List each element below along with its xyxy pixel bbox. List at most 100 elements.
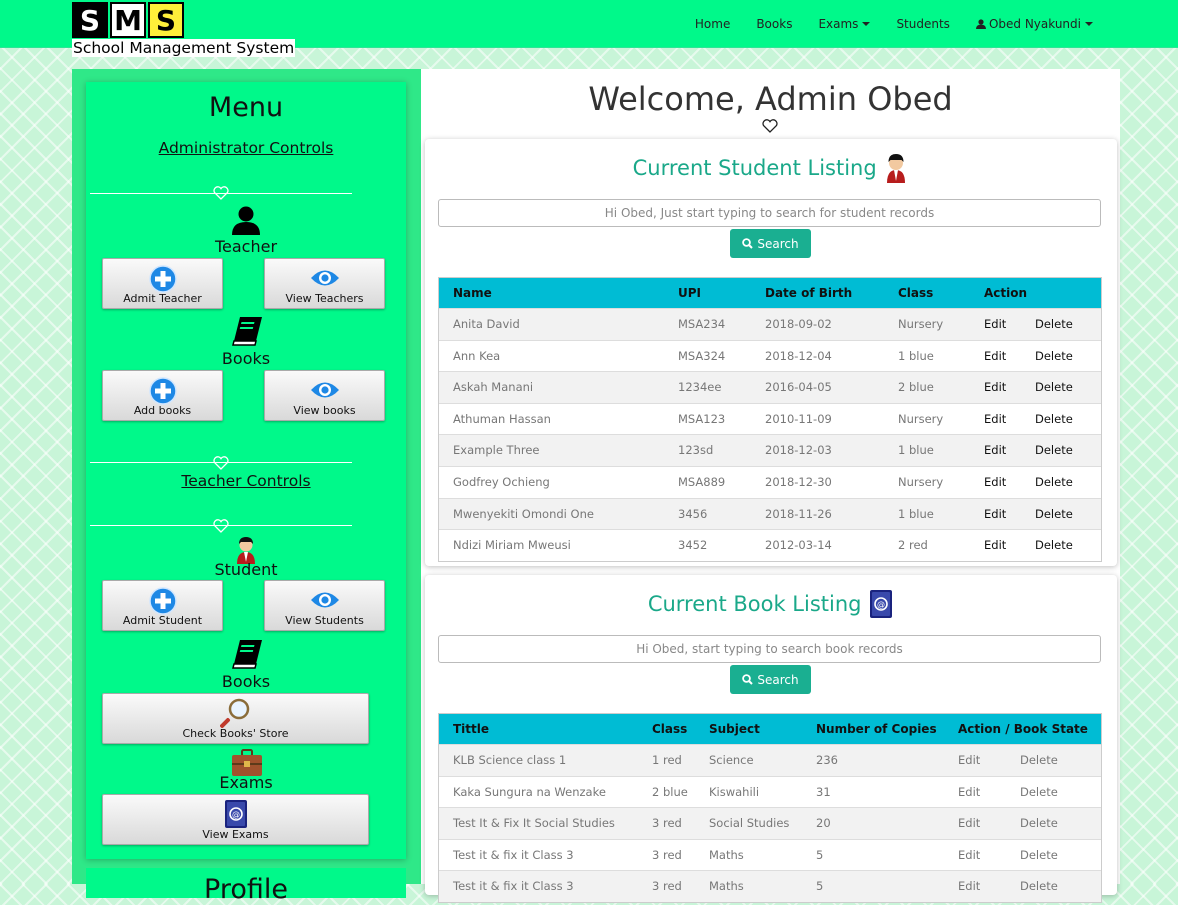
col-upi: UPI bbox=[678, 286, 702, 300]
col-class: Class bbox=[652, 722, 688, 736]
delete-link[interactable]: Delete bbox=[1035, 309, 1073, 339]
chevron-down-icon bbox=[862, 22, 871, 26]
edit-link[interactable]: Edit bbox=[984, 404, 1006, 434]
student-dob: 2018-12-30 bbox=[765, 474, 832, 489]
sidebar-menu: Menu Administrator Controls Teacher Admi… bbox=[86, 82, 406, 859]
nav-user-menu[interactable]: Obed Nyakundi bbox=[975, 17, 1093, 31]
delete-link[interactable]: Delete bbox=[1020, 871, 1058, 901]
delete-link[interactable]: Delete bbox=[1020, 777, 1058, 807]
student-search-button[interactable]: Search bbox=[730, 229, 811, 258]
book-copies: 20 bbox=[816, 816, 831, 831]
delete-link[interactable]: Delete bbox=[1020, 745, 1058, 775]
nav-exams[interactable]: Exams bbox=[818, 17, 871, 31]
student-name: Askah Manani bbox=[453, 380, 534, 395]
edit-link[interactable]: Edit bbox=[984, 530, 1006, 560]
student-class: 1 blue bbox=[898, 443, 934, 458]
book-class: 1 red bbox=[652, 753, 682, 767]
chevron-down-icon bbox=[1085, 22, 1093, 26]
logo-letter-s: S bbox=[72, 2, 108, 38]
student-dob: 2010-11-09 bbox=[765, 411, 832, 426]
student-dob: 2018-09-02 bbox=[765, 317, 832, 331]
delete-link[interactable]: Delete bbox=[1020, 840, 1058, 870]
admit-teacher-button[interactable]: Admit Teacher bbox=[102, 258, 223, 309]
edit-link[interactable]: Edit bbox=[984, 467, 1006, 497]
edit-link[interactable]: Edit bbox=[984, 372, 1006, 402]
edit-link[interactable]: Edit bbox=[958, 840, 980, 870]
delete-link[interactable]: Delete bbox=[1035, 467, 1073, 497]
student-search-label: Search bbox=[757, 236, 799, 251]
table-row: Athuman Hassan MSA123 2010-11-09 Nursery Edi… bbox=[439, 402, 1101, 435]
add-books-label: Add books bbox=[133, 404, 192, 417]
delete-link[interactable]: Delete bbox=[1035, 404, 1073, 434]
check-books-store-label: Check Books' Store bbox=[182, 727, 289, 740]
book-class: 3 red bbox=[652, 816, 682, 831]
nav-students[interactable]: Students bbox=[896, 17, 950, 31]
view-exams-label: View Exams bbox=[202, 828, 269, 841]
student-class: 2 blue bbox=[898, 380, 934, 395]
edit-link[interactable]: Edit bbox=[984, 435, 1006, 465]
view-exams-button[interactable]: @ View Exams bbox=[102, 794, 369, 845]
profile-card-title: Profile bbox=[204, 874, 288, 905]
view-teachers-button[interactable]: View Teachers bbox=[264, 258, 385, 309]
menu-title: Menu bbox=[208, 92, 284, 123]
book-copies: 31 bbox=[816, 784, 831, 799]
book-class: 2 blue bbox=[652, 784, 688, 799]
delete-link[interactable]: Delete bbox=[1035, 372, 1073, 402]
student-search-input[interactable]: Hi Obed, Just start typing to search for… bbox=[438, 199, 1101, 227]
student-listing-title: Current Student Listing bbox=[425, 153, 1117, 183]
delete-link[interactable]: Delete bbox=[1020, 808, 1058, 838]
plus-circle-icon bbox=[148, 587, 177, 615]
student-listing-title-text: Current Student Listing bbox=[632, 156, 877, 180]
plus-circle-icon bbox=[148, 265, 177, 293]
edit-link[interactable]: Edit bbox=[958, 777, 980, 807]
check-books-store-button[interactable]: Check Books' Store bbox=[102, 693, 369, 744]
edit-link[interactable]: Edit bbox=[984, 499, 1006, 529]
student-upi: MSA889 bbox=[678, 474, 726, 489]
brand-logo[interactable]: S M S School Management System bbox=[72, 2, 296, 57]
teacher-section-label: Teacher bbox=[214, 237, 278, 256]
books-section-label: Books bbox=[221, 349, 271, 368]
admit-student-button[interactable]: Admit Student bbox=[102, 580, 223, 631]
heart-icon bbox=[213, 186, 229, 200]
delete-link[interactable]: Delete bbox=[1035, 530, 1073, 560]
student-upi: 3452 bbox=[678, 538, 708, 553]
profile-card: Profile bbox=[86, 868, 406, 905]
edit-link[interactable]: Edit bbox=[958, 808, 980, 838]
nav-home[interactable]: Home bbox=[695, 17, 730, 31]
teacher-controls-link[interactable]: Teacher Controls bbox=[86, 472, 406, 490]
view-students-button[interactable]: View Students bbox=[264, 580, 385, 631]
book-search-input[interactable]: Hi Obed, start typing to search book rec… bbox=[438, 635, 1101, 663]
navbar: S M S School Management System Home Book… bbox=[0, 0, 1178, 57]
book-title: Kaka Sungura na Wenzake bbox=[453, 784, 606, 799]
delete-link[interactable]: Delete bbox=[1035, 341, 1073, 371]
edit-link[interactable]: Edit bbox=[958, 871, 980, 901]
edit-link[interactable]: Edit bbox=[984, 309, 1006, 339]
search-icon bbox=[742, 238, 754, 249]
student-dob: 2018-11-26 bbox=[765, 506, 832, 521]
view-books-button[interactable]: View books bbox=[264, 370, 385, 421]
student-name: Anita David bbox=[453, 317, 520, 331]
teacher-user-icon bbox=[232, 206, 260, 235]
admin-controls-link[interactable]: Administrator Controls bbox=[86, 139, 406, 157]
edit-link[interactable]: Edit bbox=[958, 745, 980, 775]
student-listing-card: Current Student Listing Hi Obed, Just st… bbox=[425, 139, 1117, 566]
address-book-icon: @ bbox=[870, 590, 893, 618]
col-copies: Number of Copies bbox=[816, 722, 937, 736]
add-books-button[interactable]: Add books bbox=[102, 370, 223, 421]
view-books-label: View books bbox=[293, 404, 356, 417]
svg-text:@: @ bbox=[877, 600, 885, 609]
table-row: Test it & fix it Class 3 3 red Maths 5 Edit D… bbox=[439, 838, 1101, 871]
edit-link[interactable]: Edit bbox=[984, 341, 1006, 371]
book-copies: 5 bbox=[816, 847, 824, 862]
eye-icon bbox=[310, 270, 339, 286]
student-table-header: Name UPI Date of Birth Class Action bbox=[439, 278, 1101, 308]
table-row: Ndizi Miriam Mweusi 3452 2012-03-14 2 red Ed… bbox=[439, 529, 1101, 561]
delete-link[interactable]: Delete bbox=[1035, 435, 1073, 465]
delete-link[interactable]: Delete bbox=[1035, 499, 1073, 529]
nav-books[interactable]: Books bbox=[756, 17, 792, 31]
table-row: Ann Kea MSA324 2018-12-04 1 blue Edit Delete bbox=[439, 339, 1101, 372]
book-search-button[interactable]: Search bbox=[730, 665, 811, 694]
student-name: Athuman Hassan bbox=[453, 411, 551, 426]
book-copies: 5 bbox=[816, 879, 824, 894]
heart-icon bbox=[213, 519, 229, 533]
